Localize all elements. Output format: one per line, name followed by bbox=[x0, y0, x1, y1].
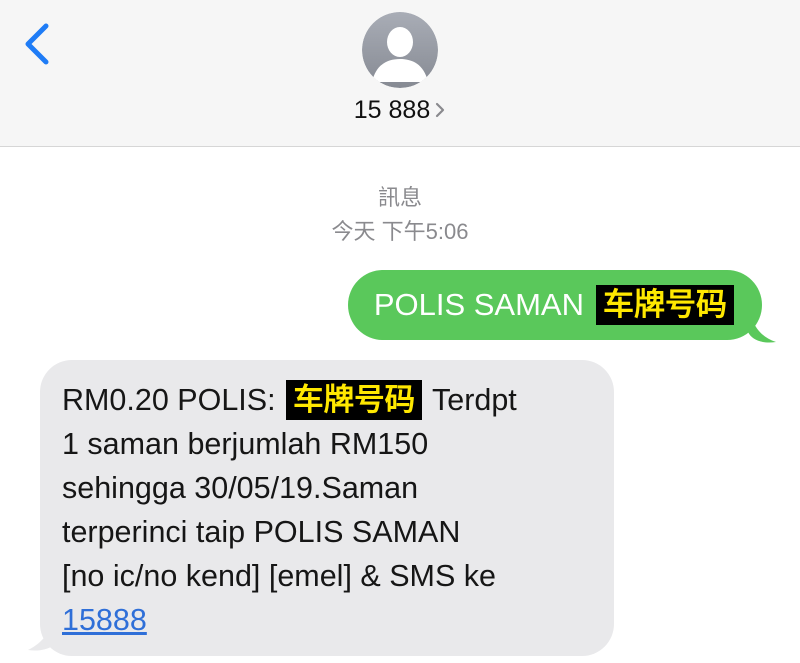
outgoing-message-bubble[interactable]: POLIS SAMAN 车牌号码 bbox=[347, 270, 762, 340]
avatar[interactable] bbox=[362, 12, 438, 88]
message-line: RM0.20 POLIS: 车牌号码 Terdpt bbox=[62, 378, 588, 422]
incoming-bubble-tail bbox=[28, 612, 58, 651]
person-silhouette-icon bbox=[362, 12, 438, 88]
back-button[interactable] bbox=[18, 22, 58, 66]
message-line: terperinci taip POLIS SAMAN bbox=[62, 515, 461, 549]
phone-number-link[interactable]: 15888 bbox=[62, 603, 147, 637]
message-suffix: Terdpt bbox=[432, 383, 517, 417]
redaction-label: 车牌号码 bbox=[596, 285, 734, 325]
redaction-label: 车牌号码 bbox=[286, 380, 423, 420]
message-line: sehingga 30/05/19.Saman bbox=[62, 471, 419, 505]
chevron-left-icon bbox=[25, 23, 49, 65]
time-label: 下午5:06 bbox=[381, 219, 469, 244]
outgoing-message-text: POLIS SAMAN bbox=[373, 287, 584, 322]
conversation-header: 15 888 bbox=[0, 0, 800, 147]
contact-name: 15 888 bbox=[353, 96, 431, 124]
message-line: 1 saman berjumlah RM150 bbox=[62, 427, 429, 461]
timestamp: 今天 下午5:06 bbox=[0, 214, 800, 246]
message-prefix: RM0.20 POLIS: bbox=[62, 383, 276, 417]
contact-name-button[interactable]: 15 888 bbox=[0, 96, 800, 126]
incoming-message-bubble[interactable]: RM0.20 POLIS: 车牌号码 Terdpt 1 saman berjum… bbox=[40, 360, 614, 656]
message-line: [no ic/no kend] [emel] & SMS ke bbox=[62, 559, 496, 593]
chevron-right-icon bbox=[434, 97, 446, 126]
service-label: 訊息 bbox=[377, 185, 422, 210]
message-line: 15888 bbox=[62, 598, 588, 642]
date-label: 今天 bbox=[331, 219, 376, 244]
outgoing-bubble-tail bbox=[748, 300, 776, 343]
